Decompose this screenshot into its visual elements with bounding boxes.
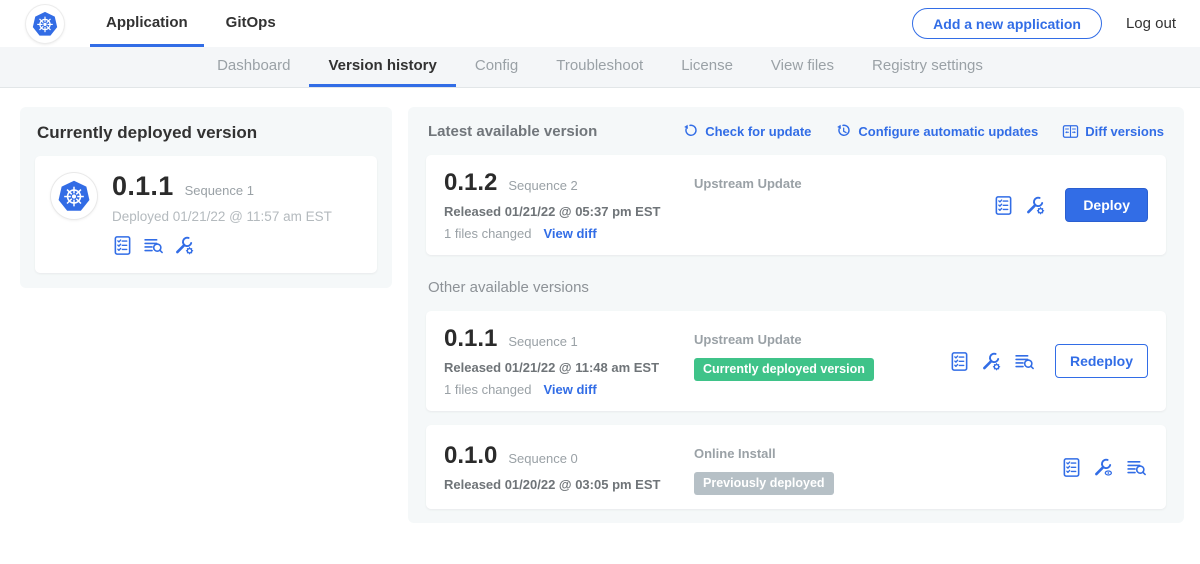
- preflight-checklist-icon[interactable]: [993, 195, 1014, 216]
- diff-versions-label: Diff versions: [1085, 124, 1164, 139]
- diff-versions-link[interactable]: Diff versions: [1062, 123, 1164, 140]
- previously-deployed-badge: Previously deployed: [694, 472, 834, 495]
- main-content: Currently deployed version 0.1.1 Sequenc…: [0, 88, 1200, 523]
- config-wrench-icon[interactable]: [174, 235, 195, 256]
- tab-gitops[interactable]: GitOps: [210, 0, 292, 47]
- version-actions: Check for update Configure automatic upd…: [682, 123, 1164, 140]
- tab-version-history-label: Version history: [328, 57, 436, 74]
- kots-admin-console: Application GitOps Add a new application…: [0, 0, 1200, 523]
- deployed-timestamp: Deployed 01/21/22 @ 11:57 am EST: [112, 209, 332, 224]
- tab-registry-settings[interactable]: Registry settings: [853, 47, 1002, 87]
- version-row-0.1.0: 0.1.0 Sequence 0 Released 01/20/22 @ 03:…: [426, 425, 1166, 509]
- view-diff-link[interactable]: View diff: [543, 382, 596, 397]
- tab-dashboard[interactable]: Dashboard: [198, 47, 309, 87]
- scheduled-update-icon: [835, 123, 852, 140]
- diff-icon: [1062, 123, 1079, 140]
- kubernetes-app-icon: [51, 173, 97, 219]
- tab-view-files-label: View files: [771, 57, 834, 74]
- version-row-actions: [1061, 457, 1148, 478]
- released-timestamp: Released 01/21/22 @ 05:37 pm EST: [444, 204, 694, 219]
- kubernetes-logo-icon: [26, 5, 64, 43]
- config-view-icon[interactable]: [1093, 457, 1114, 478]
- tab-application-label: Application: [106, 14, 188, 31]
- currently-deployed-panel: Currently deployed version 0.1.1 Sequenc…: [20, 107, 392, 288]
- tab-troubleshoot[interactable]: Troubleshoot: [537, 47, 662, 87]
- source-label: Upstream Update: [694, 176, 993, 191]
- deploy-logs-icon[interactable]: [142, 235, 165, 256]
- version-info: 0.1.2 Sequence 2 Released 01/21/22 @ 05:…: [444, 169, 694, 241]
- latest-available-title: Latest available version: [428, 123, 597, 140]
- version-source: Online Install Previously deployed: [694, 439, 1061, 495]
- deployed-version-card: 0.1.1 Sequence 1 Deployed 01/21/22 @ 11:…: [35, 156, 377, 273]
- preflight-checklist-icon[interactable]: [949, 351, 970, 372]
- redeploy-button[interactable]: Redeploy: [1055, 344, 1148, 378]
- tab-version-history[interactable]: Version history: [309, 47, 455, 87]
- version-source: Upstream Update Currently deployed versi…: [694, 325, 949, 397]
- deploy-button[interactable]: Deploy: [1065, 188, 1148, 222]
- version-row-latest: 0.1.2 Sequence 2 Released 01/21/22 @ 05:…: [426, 155, 1166, 255]
- version-number: 0.1.0: [444, 442, 497, 470]
- version-history-panel: Latest available version Check for updat…: [408, 107, 1184, 523]
- app-header: Application GitOps Add a new application…: [0, 0, 1200, 47]
- tab-license[interactable]: License: [662, 47, 752, 87]
- source-label: Upstream Update: [694, 332, 949, 347]
- versions-panel-header: Latest available version Check for updat…: [428, 123, 1164, 140]
- config-wrench-icon[interactable]: [981, 351, 1002, 372]
- tab-gitops-label: GitOps: [226, 14, 276, 31]
- version-row-actions: Deploy: [993, 188, 1148, 222]
- version-number: 0.1.2: [444, 169, 497, 197]
- check-for-update-label: Check for update: [705, 124, 811, 139]
- deployed-version-info: 0.1.1 Sequence 1 Deployed 01/21/22 @ 11:…: [112, 171, 332, 256]
- tab-config[interactable]: Config: [456, 47, 537, 87]
- view-diff-link[interactable]: View diff: [543, 226, 596, 241]
- app-subnav: Dashboard Version history Config Trouble…: [0, 47, 1200, 88]
- tab-application[interactable]: Application: [90, 0, 204, 47]
- deployed-sequence-label: Sequence 1: [185, 183, 254, 198]
- source-label: Online Install: [694, 446, 1061, 461]
- preflight-checklist-icon[interactable]: [112, 235, 133, 256]
- app-tabs: Application GitOps: [90, 0, 298, 47]
- sequence-label: Sequence 2: [508, 178, 577, 193]
- sequence-label: Sequence 1: [508, 334, 577, 349]
- version-number: 0.1.1: [444, 325, 497, 353]
- logout-link[interactable]: Log out: [1126, 15, 1176, 32]
- configure-automatic-updates-label: Configure automatic updates: [858, 124, 1038, 139]
- released-timestamp: Released 01/21/22 @ 11:48 am EST: [444, 360, 694, 375]
- configure-automatic-updates-link[interactable]: Configure automatic updates: [835, 123, 1038, 140]
- tab-dashboard-label: Dashboard: [217, 57, 290, 74]
- tab-config-label: Config: [475, 57, 518, 74]
- version-row-0.1.1: 0.1.1 Sequence 1 Released 01/21/22 @ 11:…: [426, 311, 1166, 411]
- deploy-logs-icon[interactable]: [1013, 351, 1036, 372]
- other-versions-title: Other available versions: [428, 279, 1164, 296]
- refresh-icon: [682, 123, 699, 140]
- version-info: 0.1.1 Sequence 1 Released 01/21/22 @ 11:…: [444, 325, 694, 397]
- tab-view-files[interactable]: View files: [752, 47, 853, 87]
- version-row-actions: Redeploy: [949, 344, 1148, 378]
- deploy-logs-icon[interactable]: [1125, 457, 1148, 478]
- header-right: Add a new application Log out: [912, 0, 1176, 47]
- files-changed-label: 1 files changed: [444, 226, 531, 241]
- deployed-version-number: 0.1.1: [112, 171, 174, 202]
- sequence-label: Sequence 0: [508, 451, 577, 466]
- tab-registry-settings-label: Registry settings: [872, 57, 983, 74]
- currently-deployed-badge: Currently deployed version: [694, 358, 874, 381]
- tab-troubleshoot-label: Troubleshoot: [556, 57, 643, 74]
- config-wrench-icon[interactable]: [1025, 195, 1046, 216]
- deployed-panel-title: Currently deployed version: [37, 123, 377, 143]
- version-info: 0.1.0 Sequence 0 Released 01/20/22 @ 03:…: [444, 442, 694, 492]
- released-timestamp: Released 01/20/22 @ 03:05 pm EST: [444, 477, 694, 492]
- version-source: Upstream Update: [694, 169, 993, 241]
- add-application-button[interactable]: Add a new application: [912, 8, 1102, 39]
- tab-license-label: License: [681, 57, 733, 74]
- preflight-checklist-icon[interactable]: [1061, 457, 1082, 478]
- check-for-update-link[interactable]: Check for update: [682, 123, 811, 140]
- files-changed-label: 1 files changed: [444, 382, 531, 397]
- deployed-actions: [112, 235, 332, 256]
